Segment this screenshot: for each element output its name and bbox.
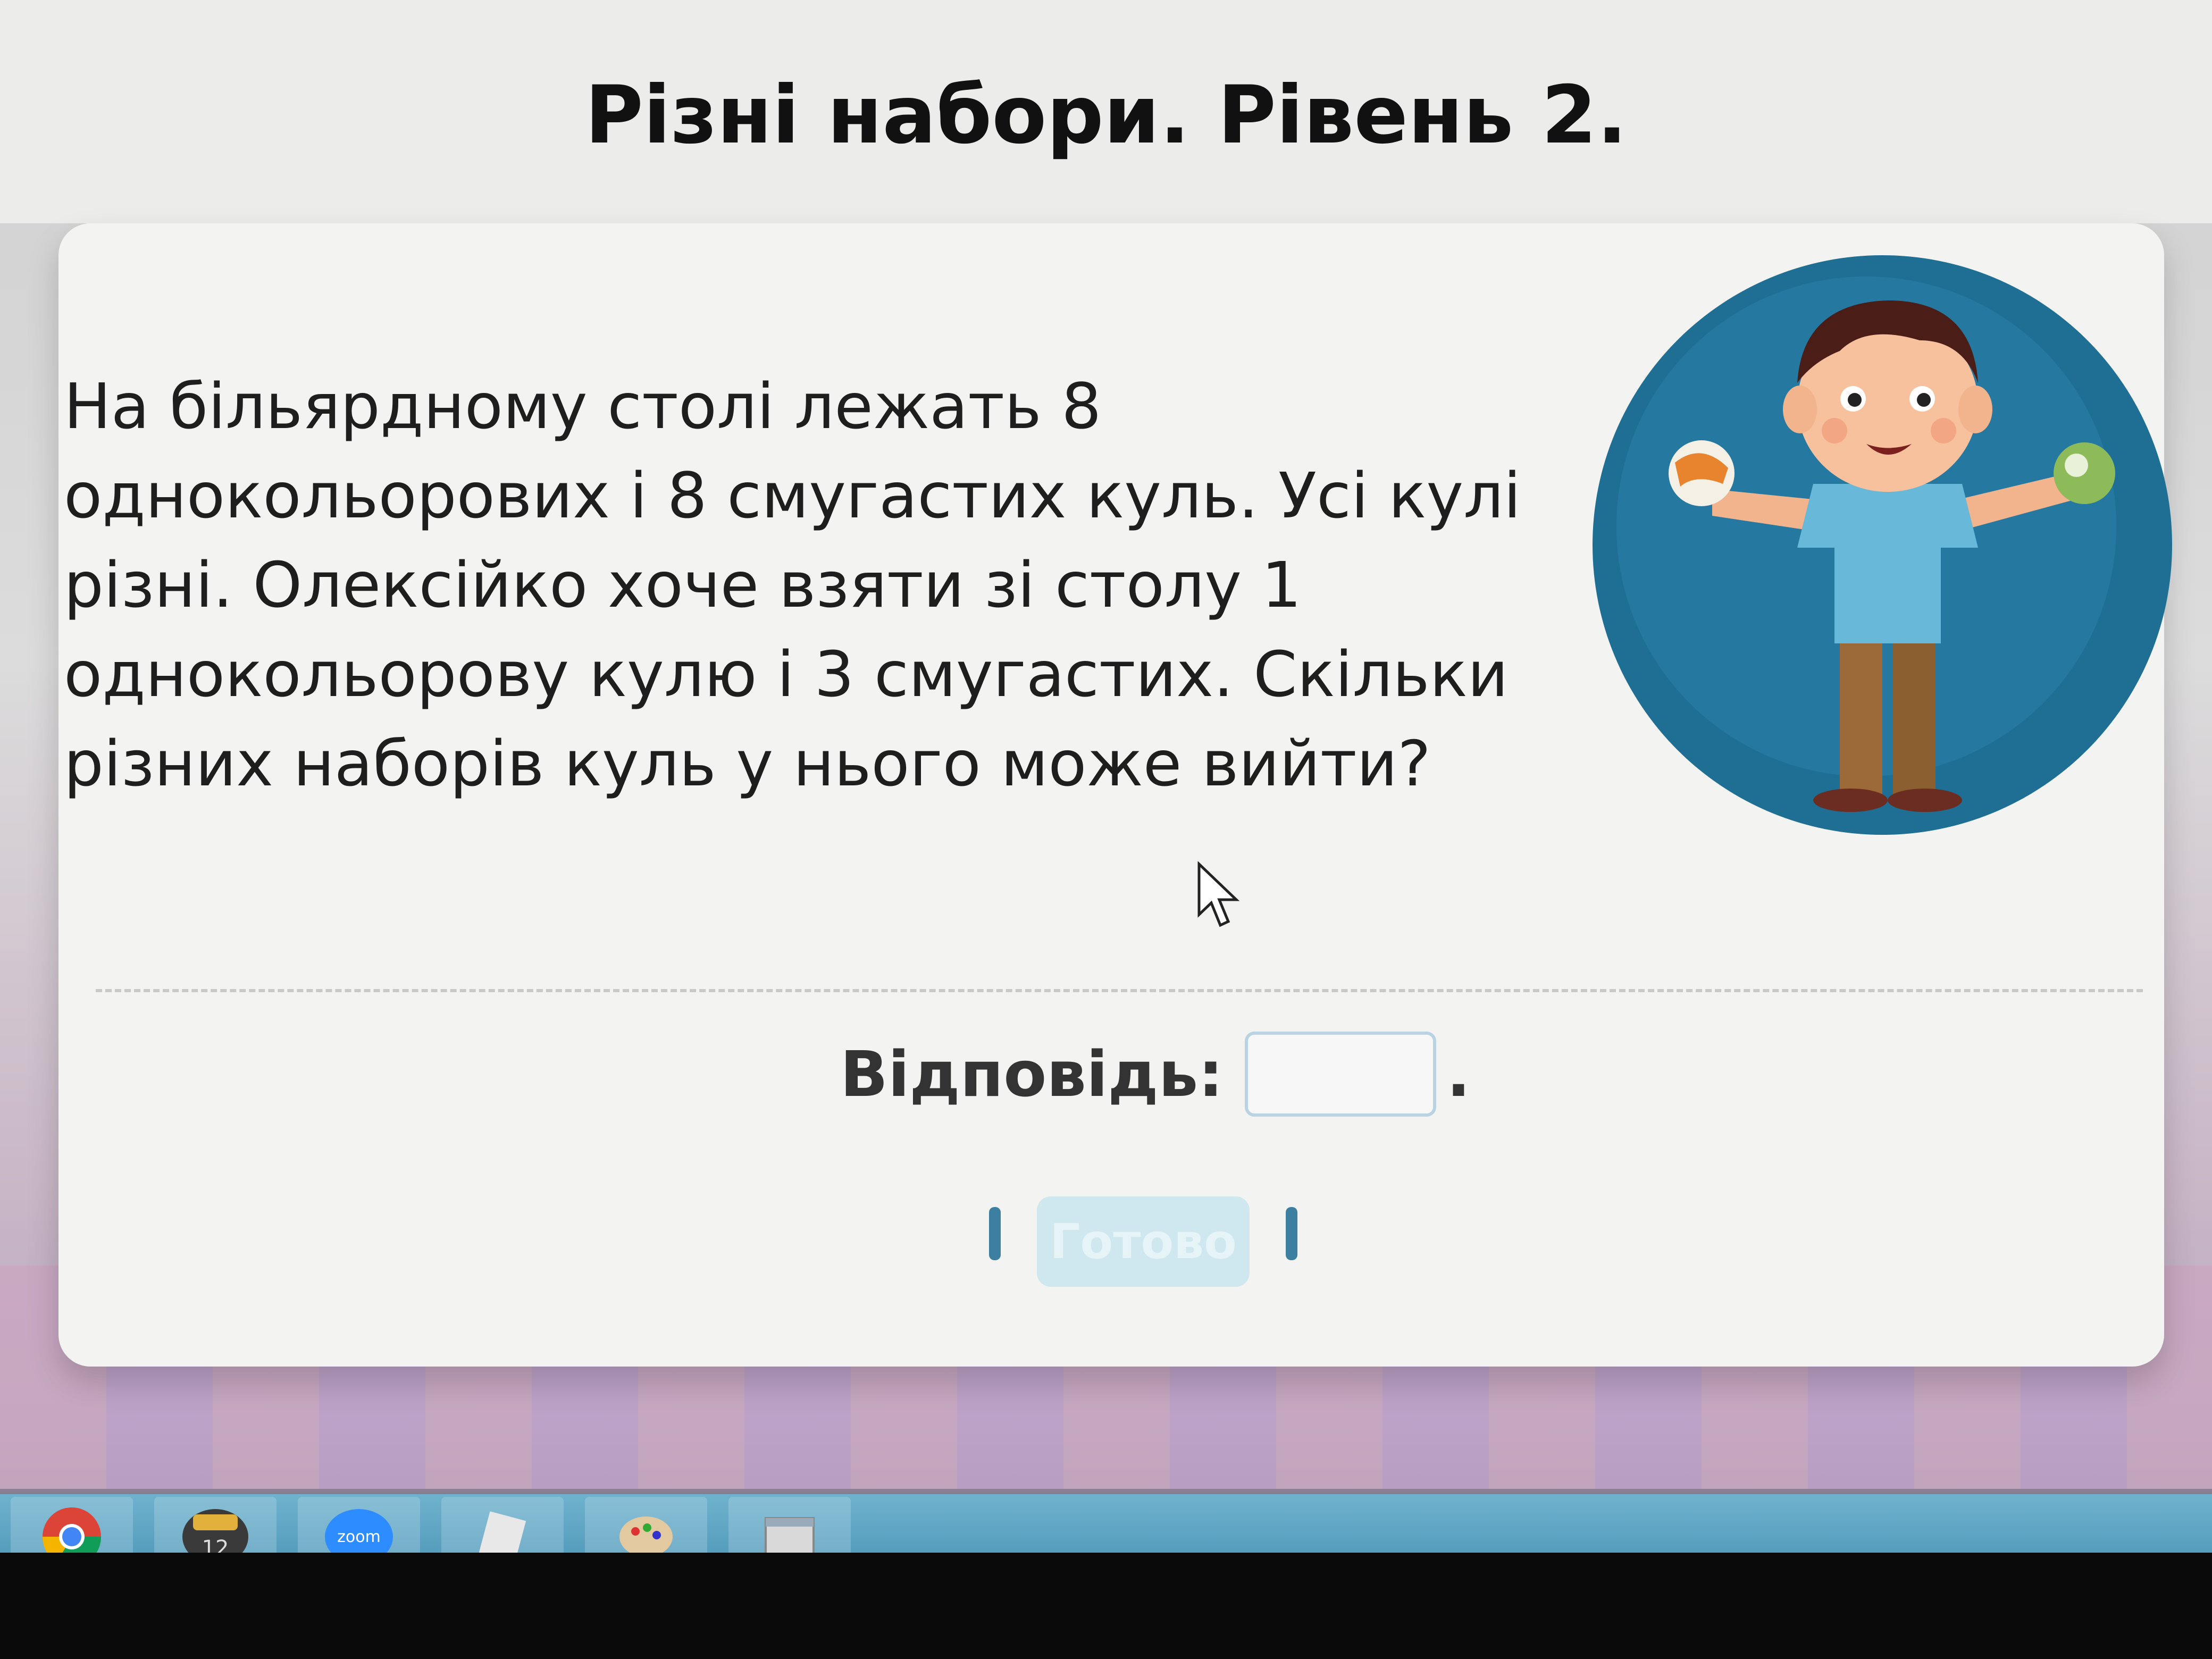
problem-line: однокольорову кулю і 3 смугастих. Скільк… xyxy=(64,638,1509,711)
problem-line: різних наборів куль у нього може вийти? xyxy=(64,727,1431,800)
answer-period: . xyxy=(1446,1037,1471,1111)
answer-input[interactable] xyxy=(1244,1032,1436,1117)
done-left-marker xyxy=(989,1207,1001,1260)
done-area: Готово xyxy=(989,1196,1297,1287)
answer-row: Відповідь: . xyxy=(840,1021,1470,1127)
problem-line: однокольорових і 8 смугастих куль. Усі к… xyxy=(64,459,1521,532)
mouse-cursor-icon xyxy=(1197,861,1240,927)
done-right-marker xyxy=(1286,1207,1297,1260)
screen: Різні набори. Рівень 2. На більярдному с… xyxy=(0,0,2212,1659)
page-header: Різні набори. Рівень 2. xyxy=(0,0,2212,223)
pants-right xyxy=(1893,638,1936,798)
zoom-label: zoom xyxy=(337,1528,381,1546)
answer-label: Відповідь: xyxy=(840,1037,1224,1111)
monitor-bezel xyxy=(0,1553,2212,1659)
problem-line: На більярдному столі лежать 8 xyxy=(64,370,1102,443)
page-title: Різні набори. Рівень 2. xyxy=(584,69,1628,162)
done-button[interactable]: Готово xyxy=(1037,1196,1250,1287)
pants-left xyxy=(1840,638,1882,798)
problem-text: На більярдному столі лежать 8 однокольор… xyxy=(64,362,1553,808)
problem-line: різні. Олексійко хоче взяти зі столу 1 xyxy=(64,548,1302,622)
boy-illustration xyxy=(1593,255,2172,835)
divider xyxy=(96,989,2143,992)
